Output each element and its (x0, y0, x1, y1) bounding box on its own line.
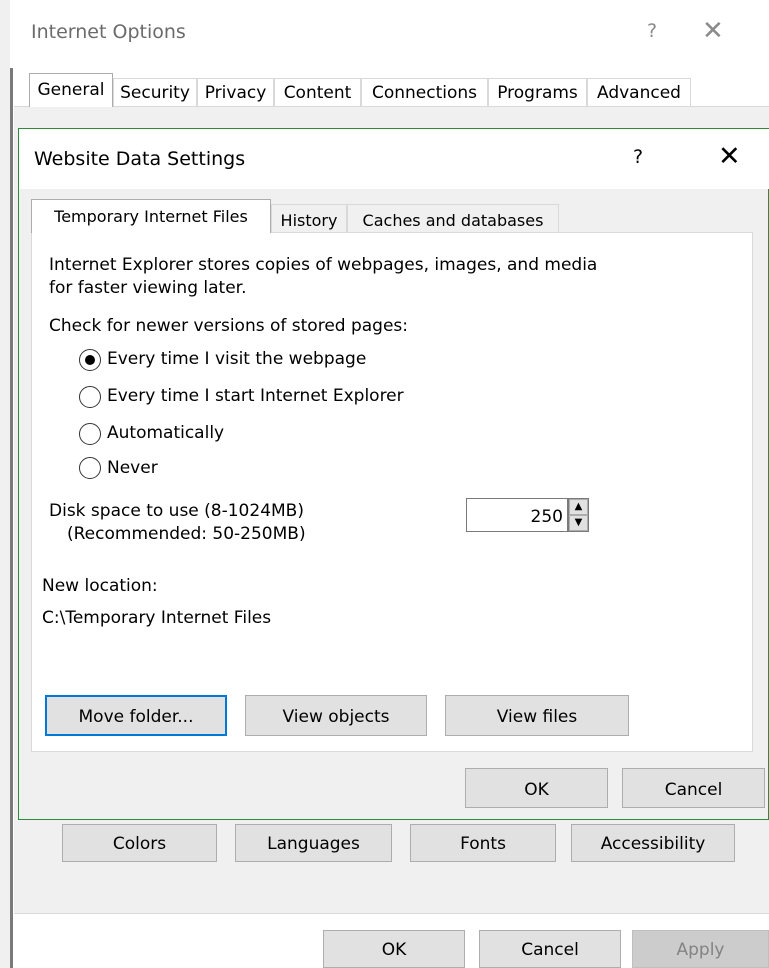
internet-options-help-button[interactable]: ? (647, 22, 657, 41)
radio-label-never[interactable]: Never (107, 460, 158, 477)
internet-options-title: Internet Options (31, 21, 186, 43)
new-location-path: C:\Temporary Internet Files (42, 608, 272, 628)
radio-label-every-visit[interactable]: Every time I visit the webpage (107, 351, 366, 368)
tab-divider (14, 106, 769, 107)
radio-label-automatically[interactable]: Automatically (107, 425, 224, 442)
tab-programs[interactable]: Programs (488, 78, 587, 106)
move-folder-button[interactable]: Move folder... (45, 695, 227, 736)
description-line-1: Internet Explorer stores copies of webpa… (49, 255, 598, 275)
outer-ok-button[interactable]: OK (323, 930, 465, 968)
tab-caches-and-databases[interactable]: Caches and databases (347, 204, 559, 232)
window-border (10, 68, 13, 968)
view-files-button[interactable]: View files (445, 695, 629, 736)
radio-every-visit[interactable] (79, 349, 101, 371)
check-newer-label: Check for newer versions of stored pages… (49, 316, 409, 336)
radio-every-start[interactable] (79, 386, 101, 408)
tab-history[interactable]: History (271, 204, 347, 232)
radio-label-every-start[interactable]: Every time I start Internet Explorer (107, 388, 404, 405)
disk-space-recommended: (Recommended: 50-250MB) (67, 524, 306, 544)
dialog-cancel-button[interactable]: Cancel (622, 768, 765, 808)
tab-connections[interactable]: Connections (361, 78, 488, 106)
tab-advanced[interactable]: Advanced (587, 78, 691, 106)
accessibility-button[interactable]: Accessibility (571, 824, 735, 862)
tab-temporary-internet-files[interactable]: Temporary Internet Files (31, 199, 271, 233)
dialog-ok-button[interactable]: OK (465, 768, 608, 808)
disk-space-input[interactable]: 250 (466, 498, 568, 532)
fonts-button[interactable]: Fonts (410, 824, 556, 862)
dialog-close-icon[interactable]: ✕ (718, 143, 741, 170)
dialog-help-button[interactable]: ? (633, 148, 643, 167)
description-line-2: for faster viewing later. (49, 278, 247, 298)
tab-general[interactable]: General (29, 73, 113, 107)
dialog-title: Website Data Settings (34, 148, 246, 170)
new-location-label: New location: (42, 576, 158, 596)
view-objects-button[interactable]: View objects (245, 695, 427, 736)
spin-down-arrow-icon[interactable]: ▼ (569, 515, 588, 531)
radio-automatically[interactable] (79, 423, 101, 445)
spin-up-arrow-icon[interactable]: ▲ (569, 499, 588, 515)
internet-options-close-icon[interactable]: ✕ (702, 18, 724, 44)
languages-button[interactable]: Languages (235, 824, 392, 862)
outer-cancel-button[interactable]: Cancel (479, 930, 621, 968)
background-window-strip (0, 0, 10, 968)
radio-never[interactable] (79, 457, 101, 479)
temporary-files-panel (31, 232, 753, 752)
tab-privacy[interactable]: Privacy (197, 78, 274, 106)
disk-space-label: Disk space to use (8-1024MB) (49, 501, 304, 521)
tab-security[interactable]: Security (113, 78, 197, 106)
tab-content[interactable]: Content (274, 78, 361, 106)
apply-button[interactable]: Apply (632, 930, 769, 968)
colors-button[interactable]: Colors (62, 824, 217, 862)
